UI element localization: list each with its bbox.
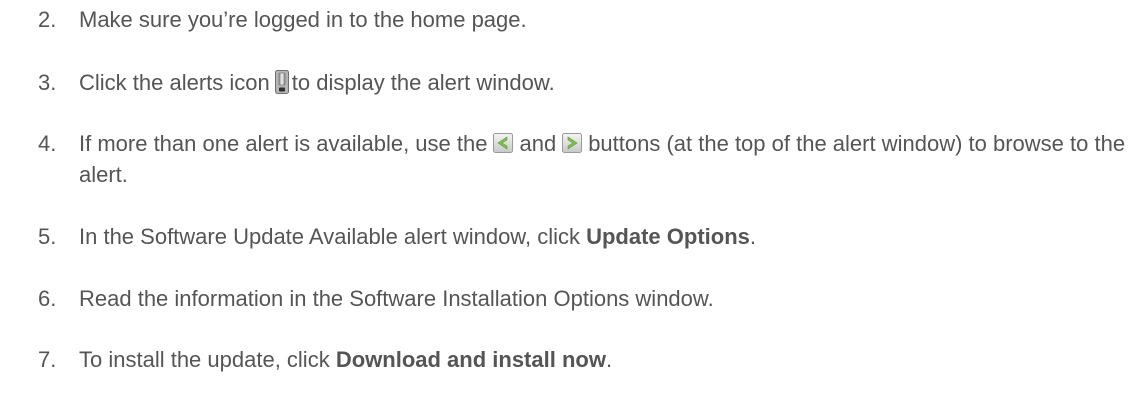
step-text-mid: and	[519, 131, 557, 156]
step-text-post: .	[605, 347, 613, 372]
step-3: 3. Click the alerts icon to display the …	[38, 67, 1128, 98]
step-text-post: to display the alert window.	[291, 70, 555, 95]
download-install-label: Download and install now	[335, 347, 606, 372]
next-arrow-icon	[562, 133, 583, 153]
step-text-pre: Click the alerts icon	[79, 70, 270, 95]
step-number: 7.	[38, 347, 57, 372]
step-6: 6. Read the information in the Software …	[38, 283, 1128, 314]
step-number: 3.	[38, 70, 57, 95]
step-2: 2. Make sure you’re logged in to the hom…	[38, 4, 1128, 35]
step-text-post: .	[749, 224, 757, 249]
step-text: In the Software Update Available alert w…	[79, 221, 1128, 252]
step-5: 5. In the Software Update Available aler…	[38, 221, 1128, 252]
step-text-pre: If more than one alert is available, use…	[79, 131, 488, 156]
step-number: 4.	[38, 131, 57, 156]
alert-exclamation-icon	[274, 70, 289, 94]
step-text: If more than one alert is available, use…	[79, 128, 1128, 190]
step-text: Read the information in the Software Ins…	[79, 286, 714, 311]
step-number: 2.	[38, 7, 57, 32]
instruction-steps: 2. Make sure you’re logged in to the hom…	[38, 4, 1128, 375]
step-7: 7. To install the update, click Download…	[38, 344, 1128, 375]
previous-arrow-icon	[493, 133, 514, 153]
update-options-label: Update Options	[586, 224, 750, 249]
step-text-pre: In the Software Update Available alert w…	[79, 224, 580, 249]
step-4: 4. If more than one alert is available, …	[38, 128, 1128, 190]
step-text: To install the update, click Download an…	[79, 344, 1128, 375]
step-text: Make sure you’re logged in to the home p…	[79, 7, 527, 32]
step-number: 6.	[38, 286, 57, 311]
step-text-pre: To install the update, click	[79, 347, 330, 372]
step-number: 5.	[38, 224, 57, 249]
step-text: Click the alerts icon to display the ale…	[79, 67, 1128, 98]
